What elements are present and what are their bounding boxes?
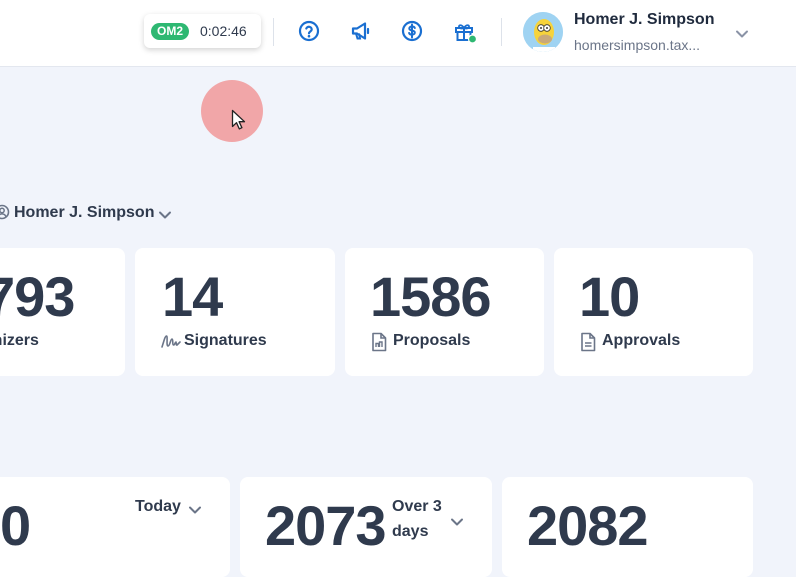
- organizers-count: 793: [0, 265, 75, 328]
- signatures-count: 14: [162, 265, 223, 328]
- period-line-2[interactable]: days: [392, 523, 428, 541]
- chevron-down-icon: [158, 207, 172, 225]
- gift-icon[interactable]: [452, 19, 478, 44]
- organizers-label: ganizers: [0, 332, 39, 349]
- organizers-card[interactable]: 793 ganizers: [0, 248, 125, 376]
- signatures-label: Signatures: [184, 332, 267, 349]
- help-icon[interactable]: [297, 19, 321, 43]
- approvals-label: Approvals: [602, 332, 681, 349]
- divider: [273, 18, 274, 46]
- over-3-days-count: 2073: [265, 494, 387, 557]
- signatures-card[interactable]: 14 Signatures: [135, 248, 335, 376]
- timer-time: 0:02:46: [200, 23, 247, 39]
- period-line-1[interactable]: Over 3: [392, 498, 442, 516]
- proposals-count: 1586: [370, 265, 492, 328]
- dollar-icon[interactable]: [400, 19, 424, 43]
- approvals-count: 10: [579, 265, 640, 328]
- proposals-card[interactable]: 1586 Proposals: [345, 248, 544, 376]
- document-check-icon: [579, 332, 597, 357]
- user-name[interactable]: Homer J. Simpson: [574, 11, 714, 29]
- total-count: 2082: [527, 494, 649, 557]
- total-card[interactable]: 2082: [502, 477, 753, 577]
- chevron-down-icon[interactable]: [188, 502, 202, 520]
- user-filter-label: Homer J. Simpson: [14, 204, 155, 221]
- divider: [501, 18, 502, 46]
- today-card[interactable]: 0 Today: [0, 477, 230, 577]
- document-icon: [370, 332, 388, 357]
- today-period-label[interactable]: Today: [135, 498, 181, 516]
- over-3-days-card[interactable]: 2073 Over 3 days: [240, 477, 492, 577]
- chevron-down-icon[interactable]: [735, 26, 749, 44]
- avatar[interactable]: [523, 12, 563, 52]
- mouse-pointer-icon: [231, 109, 247, 136]
- megaphone-icon[interactable]: [349, 19, 373, 43]
- proposals-label: Proposals: [393, 332, 471, 349]
- chevron-down-icon[interactable]: [450, 514, 464, 532]
- session-timer[interactable]: OM2 0:02:46: [144, 14, 261, 48]
- user-circle-icon: [0, 204, 10, 225]
- top-bar: OM2 0:02:46 Homer J. Simpson homersimpso…: [0, 0, 796, 67]
- today-count: 0: [0, 494, 31, 557]
- signature-icon: [160, 331, 182, 356]
- user-email: homersimpson.tax...: [574, 37, 701, 53]
- approvals-card[interactable]: 10 Approvals: [554, 248, 753, 376]
- timer-badge: OM2: [151, 23, 190, 40]
